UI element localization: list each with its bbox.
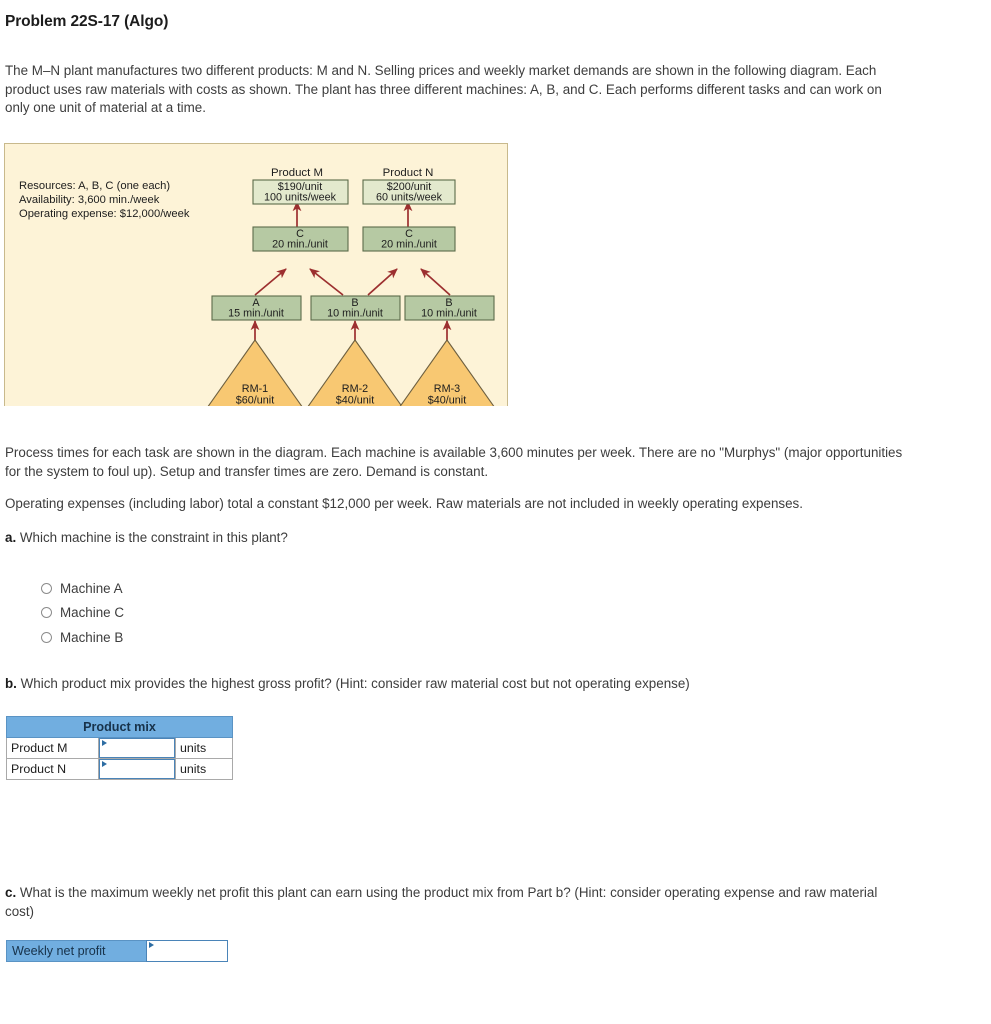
resources-line-1: Resources: A, B, C (one each) <box>19 180 170 192</box>
radio-icon[interactable] <box>41 631 52 643</box>
product-m-demand: 100 units/week <box>264 192 337 204</box>
input-marker-icon <box>149 942 154 948</box>
product-m-input-cell[interactable] <box>98 737 176 759</box>
input-marker-icon <box>102 740 107 746</box>
radio-icon[interactable] <box>41 607 52 619</box>
machine-b2-box: B 10 min./unit <box>404 295 495 321</box>
table-row: Product M units <box>6 737 233 759</box>
arrow-a-to-cm <box>254 268 287 296</box>
table-row: Product N units <box>6 758 233 780</box>
option-machine-a-label: Machine A <box>60 580 123 596</box>
product-n-input-cell[interactable] <box>98 758 176 780</box>
question-c: c. What is the maximum weekly net profit… <box>5 884 905 921</box>
process-times-paragraph: Process times for each task are shown in… <box>5 445 903 479</box>
question-a-options: Machine A Machine C Machine B <box>41 576 124 650</box>
machine-b1-time: 10 min./unit <box>327 308 383 320</box>
raw-material-2-triangle: RM-2 $40/unit <box>307 339 403 407</box>
option-machine-b[interactable]: Machine B <box>41 625 124 650</box>
radio-icon[interactable] <box>41 582 52 594</box>
machine-c-m-time: 20 min./unit <box>272 239 328 251</box>
row-label-product-n: Product N <box>6 758 99 780</box>
option-machine-a[interactable]: Machine A <box>41 576 124 601</box>
problem-intro-text: The M–N plant manufactures two different… <box>5 63 882 115</box>
question-b-label: b. <box>5 676 17 691</box>
option-machine-c-label: Machine C <box>60 605 125 621</box>
operating-expense-paragraph: Operating expenses (including labor) tot… <box>5 496 803 511</box>
raw-material-1-triangle: RM-1 $60/unit <box>207 339 303 407</box>
arrow-b1-to-cm <box>309 268 344 296</box>
rm2-cost: $40/unit <box>336 395 374 407</box>
rm2-name: RM-2 <box>342 383 368 395</box>
product-n-box: $200/unit 60 units/week <box>362 179 456 205</box>
input-marker-icon <box>102 761 107 767</box>
product-mix-table: Product mix Product M units Product N un… <box>6 716 233 780</box>
product-n-demand: 60 units/week <box>376 192 443 204</box>
row-label-product-m: Product M <box>6 737 99 759</box>
machine-a-time: 15 min./unit <box>228 308 284 320</box>
question-a-label: a. <box>5 530 17 545</box>
product-n-caption: Product N <box>383 167 434 179</box>
weekly-net-profit-label: Weekly net profit <box>6 940 146 962</box>
machine-c-n-time: 20 min./unit <box>381 239 437 251</box>
product-m-units-input[interactable] <box>99 738 175 758</box>
rm3-cost: $40/unit <box>428 395 466 407</box>
machine-c-m-box: C 20 min./unit <box>252 226 349 252</box>
arrow-b1-to-cn <box>367 268 398 296</box>
row-unit-product-n: units <box>175 758 233 780</box>
rm1-cost: $60/unit <box>236 395 274 407</box>
option-machine-b-label: Machine B <box>60 629 124 645</box>
plant-flow-diagram: Resources: A, B, C (one each) Availabili… <box>4 143 508 406</box>
weekly-net-profit-input[interactable] <box>146 940 228 962</box>
table-header-row: Product mix <box>6 716 233 738</box>
rm3-name: RM-3 <box>434 383 460 395</box>
page-title: Problem 22S-17 (Algo) <box>5 13 169 30</box>
arrow-b2-to-cn <box>420 268 451 296</box>
product-m-caption: Product M <box>271 167 323 179</box>
product-n-units-input[interactable] <box>99 759 175 779</box>
question-c-text: What is the maximum weekly net profit th… <box>5 885 878 919</box>
question-a: a. Which machine is the constraint in th… <box>5 529 905 548</box>
machine-c-n-box: C 20 min./unit <box>362 226 456 252</box>
question-b-text: Which product mix provides the highest g… <box>20 676 690 691</box>
machine-b2-time: 10 min./unit <box>421 308 477 320</box>
row-unit-product-m: units <box>175 737 233 759</box>
product-m-box: $190/unit 100 units/week <box>252 179 349 205</box>
resources-line-2: Availability: 3,600 min./week <box>19 194 160 206</box>
machine-a-box: A 15 min./unit <box>211 295 302 321</box>
question-a-text: Which machine is the constraint in this … <box>19 530 288 545</box>
product-mix-header: Product mix <box>6 716 233 738</box>
resources-line-3: Operating expense: $12,000/week <box>19 208 190 220</box>
raw-material-3-triangle: RM-3 $40/unit <box>399 339 495 407</box>
weekly-net-profit-row: Weekly net profit <box>6 940 228 962</box>
diagram-svg: Resources: A, B, C (one each) Availabili… <box>19 167 495 407</box>
question-c-label: c. <box>5 885 17 900</box>
option-machine-c[interactable]: Machine C <box>41 601 124 626</box>
machine-b1-box: B 10 min./unit <box>310 295 401 321</box>
rm1-name: RM-1 <box>242 383 268 395</box>
question-b: b. Which product mix provides the highes… <box>5 675 905 694</box>
problem-page: Problem 22S-17 (Algo) The M–N plant manu… <box>0 0 991 1024</box>
